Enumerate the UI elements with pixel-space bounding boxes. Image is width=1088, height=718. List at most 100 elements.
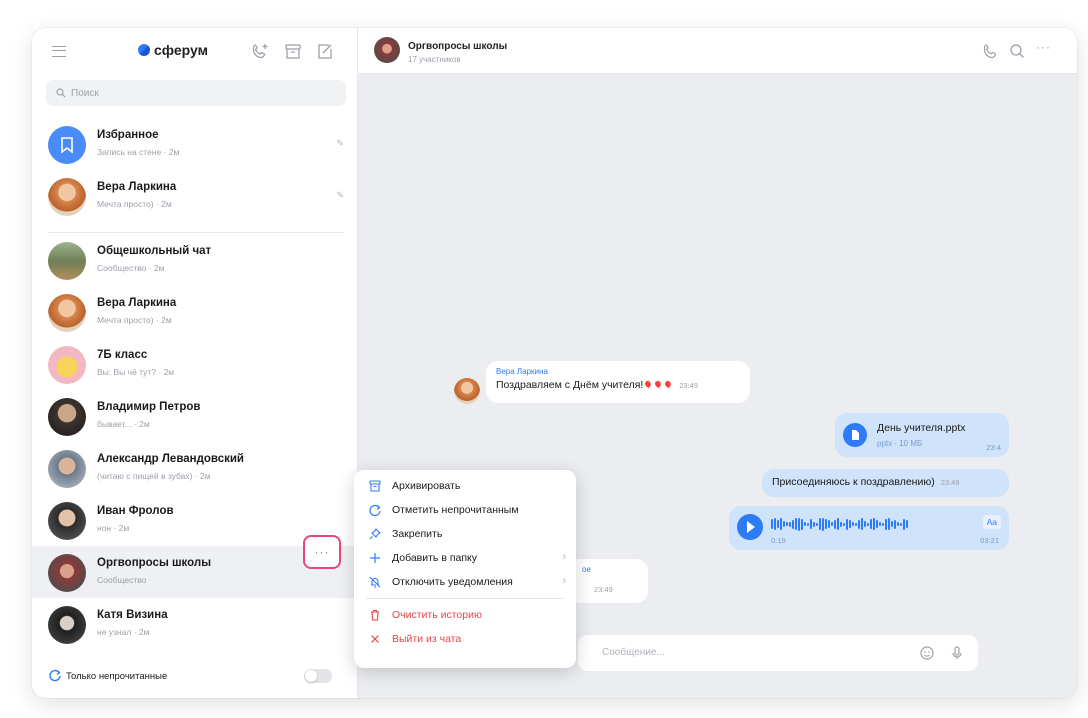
play-icon[interactable] <box>737 514 763 540</box>
compose-icon[interactable] <box>314 41 336 63</box>
chat-title: Избранное <box>97 129 159 141</box>
chevron-right-icon: › <box>562 551 566 563</box>
balloon-emoji: 🎈🎈🎈 <box>643 381 674 390</box>
logo-icon <box>138 44 150 56</box>
message-time: 23:4 <box>986 443 1001 452</box>
chat-title: Иван Фролов <box>97 505 174 517</box>
message-time: 23:49 <box>679 381 699 390</box>
chat-subtitle: Мечта просто) · 2м <box>97 315 172 325</box>
message-placeholder: Сообщение... <box>602 647 665 658</box>
new-call-icon[interactable] <box>250 41 272 63</box>
plus-icon <box>370 553 380 563</box>
voice-duration: 0:19 <box>771 536 786 545</box>
chat-item[interactable]: Владимир Петров бывает... · 2м <box>32 390 358 442</box>
avatar <box>48 554 86 592</box>
chat-title: Владимир Петров <box>97 401 201 413</box>
chat-item[interactable]: Катя Визина не узнал · 2м <box>32 598 358 650</box>
pin-icon <box>369 528 381 540</box>
chat-title: Вера Ларкина <box>97 181 177 193</box>
divider <box>48 232 344 233</box>
menu-item-pin[interactable]: Закрепить <box>354 522 576 546</box>
chat-subtitle: Запись на стене · 2м <box>97 147 180 157</box>
avatar <box>48 502 86 540</box>
file-name[interactable]: День учителя.pptx <box>877 422 965 434</box>
chat-subtitle: не узнал · 2м <box>97 627 150 637</box>
chat-avatar[interactable] <box>374 37 400 63</box>
search-icon <box>56 88 66 98</box>
message-time: 23:49 <box>940 478 960 487</box>
chat-item[interactable]: Александр Левандовский (читаю с пищей в … <box>32 442 358 494</box>
search-input[interactable]: Поиск <box>46 80 346 106</box>
message-text: ое <box>582 565 591 574</box>
chat-item-favorites[interactable]: Избранное Запись на стене · 2м ✎ <box>32 118 358 170</box>
menu-item-archive[interactable]: Архивировать <box>354 474 576 498</box>
chat-subtitle: Мечта просто) · 2м <box>97 199 172 209</box>
emoji-icon[interactable] <box>918 644 936 662</box>
chat-item[interactable]: Вера Ларкина Мечта просто) · 2м ✎ <box>32 170 358 222</box>
message-text: Поздравляем с Днём учителя!🎈🎈🎈 23:49 <box>496 379 699 391</box>
microphone-icon[interactable] <box>948 644 966 662</box>
waveform[interactable] <box>771 517 908 531</box>
avatar <box>48 450 86 488</box>
menu-item-clear-history[interactable]: Очистить историю <box>354 603 576 627</box>
unread-only-label: Только непрочитанные <box>66 671 168 682</box>
chat-item[interactable]: 7Б класс Вы: Вы чё тут? · 2м <box>32 338 358 390</box>
search-placeholder: Поиск <box>71 87 99 99</box>
chat-title[interactable]: Оргвопросы школы <box>408 41 507 52</box>
unread-only-toggle[interactable] <box>304 669 332 683</box>
file-meta: pptx · 10 МБ <box>877 439 923 448</box>
chevron-right-icon: › <box>562 575 566 587</box>
document-icon <box>843 423 867 447</box>
message-text: Присоединяюсь к поздравлению) <box>772 476 935 488</box>
logo-text: сферум <box>154 42 208 58</box>
message-time: 03:21 <box>980 536 999 545</box>
chat-item[interactable]: Вера Ларкина Мечта просто) · 2м <box>32 286 358 338</box>
menu-item-mark-unread[interactable]: Отметить непрочитанным <box>354 498 576 522</box>
search-icon[interactable] <box>1008 42 1026 60</box>
more-icon[interactable]: ··· <box>1036 40 1054 58</box>
chat-title: Александр Левандовский <box>97 453 244 465</box>
call-icon[interactable] <box>982 42 1000 60</box>
voice-message[interactable]: 0:19 Aa 03:21 <box>729 506 1009 550</box>
message-bubble[interactable]: Присоединяюсь к поздравлению) 23:49 <box>762 469 1009 497</box>
menu-item-mute[interactable]: Отключить уведомления › <box>354 570 576 594</box>
menu-item-add-to-folder[interactable]: Добавить в папку › <box>354 546 576 570</box>
message-input[interactable]: Сообщение... <box>578 635 978 671</box>
menu-icon[interactable] <box>52 46 66 57</box>
avatar <box>48 178 86 216</box>
file-message[interactable]: День учителя.pptx pptx · 10 МБ 23:4 <box>835 413 1009 457</box>
menu-item-leave-chat[interactable]: Выйти из чата <box>354 627 576 651</box>
trash-icon <box>371 609 379 621</box>
chat-subtitle: бывает... · 2м <box>97 419 150 429</box>
chat-subtitle: нон · 2м <box>97 523 130 533</box>
logo: сферум <box>138 42 208 58</box>
chat-item[interactable]: Общешкольный чат Сообщество · 2м <box>32 234 358 286</box>
archive-icon[interactable] <box>282 41 304 63</box>
message-bubble[interactable]: Вера Ларкина Поздравляем с Днём учителя!… <box>486 361 750 403</box>
archive-icon <box>369 480 381 492</box>
pin-icon: ✎ <box>336 138 344 148</box>
sidebar-footer: Только непрочитанные <box>32 652 358 698</box>
mark-unread-icon <box>369 505 381 517</box>
unread-icon <box>49 669 61 682</box>
sender-avatar[interactable] <box>454 378 480 404</box>
message-sender[interactable]: Вера Ларкина <box>496 367 740 376</box>
app-window: сферум Поиск Избранное Запись на стене ·… <box>32 28 1077 698</box>
avatar <box>48 346 86 384</box>
avatar <box>48 294 86 332</box>
message-time: 23:49 <box>594 585 613 594</box>
avatar <box>48 242 86 280</box>
message-bubble[interactable]: ое 23:49 <box>568 559 648 603</box>
chat-options-button[interactable]: ··· <box>303 535 341 569</box>
pin-icon: ✎ <box>336 190 344 200</box>
menu-divider <box>366 598 564 599</box>
chat-title: Общешкольный чат <box>97 245 212 257</box>
sidebar-header: сферум <box>32 28 358 74</box>
chat-members-count: 17 участников <box>408 55 461 64</box>
transcribe-button[interactable]: Aa <box>982 515 1001 529</box>
bookmark-avatar <box>48 126 86 164</box>
chat-subtitle: Сообщество <box>97 575 147 585</box>
top-strip <box>0 0 1088 24</box>
chat-title: Оргвопросы школы <box>97 557 212 569</box>
chat-subtitle: Вы: Вы чё тут? · 2м <box>97 367 175 377</box>
